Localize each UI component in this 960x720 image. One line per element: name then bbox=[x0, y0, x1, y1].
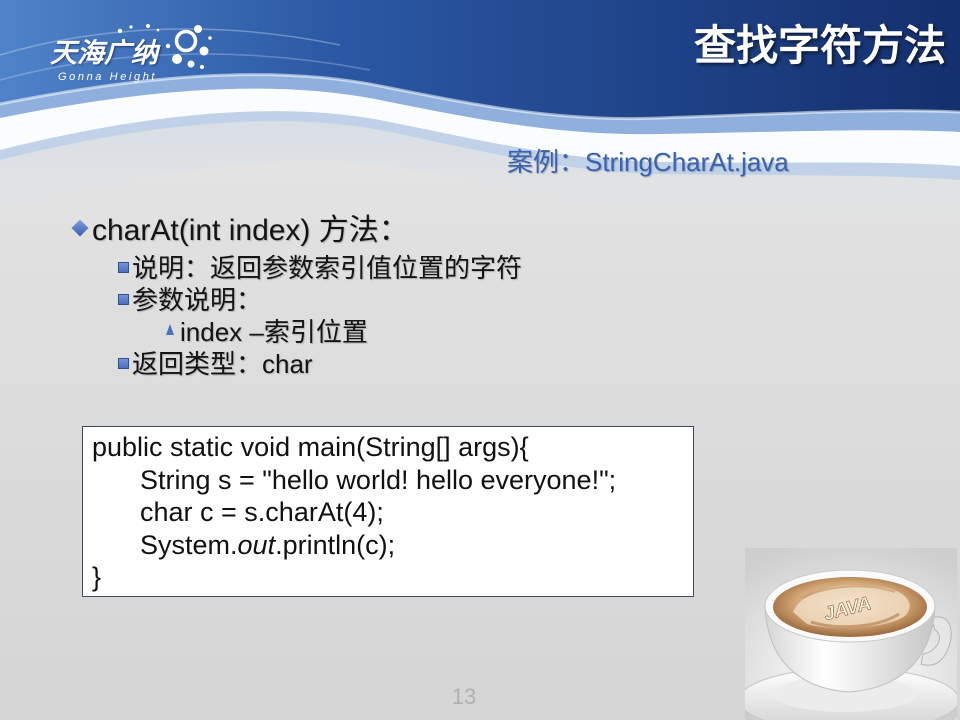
triangle-bullet-icon bbox=[166, 323, 174, 335]
bullet-method: charAt(int index) 方法： bbox=[70, 211, 409, 251]
code-block: public static void main(String[] args){ … bbox=[82, 426, 694, 597]
bullet-param-index: index –索引位置 bbox=[166, 317, 368, 347]
slide: 天海广纳 Gonna Height 查找字符方法 案例：StringCharAt… bbox=[0, 0, 960, 720]
diamond-bullet-icon bbox=[71, 219, 89, 237]
bullet-method-text: charAt(int index) 方法： bbox=[92, 214, 409, 247]
bullet-param-index-text: index –索引位置 bbox=[180, 317, 368, 347]
code-line: System.out.println(c); bbox=[92, 529, 693, 562]
code-line: public static void main(String[] args){ bbox=[92, 432, 529, 462]
slide-title: 查找字符方法 bbox=[693, 22, 946, 69]
coffee-cup-icon: JAVA bbox=[745, 548, 957, 720]
java-coffee-cup-image: JAVA bbox=[745, 548, 957, 720]
bullet-params-heading-text: 参数说明： bbox=[132, 285, 263, 315]
square-bullet-icon bbox=[118, 357, 129, 369]
square-bullet-icon bbox=[118, 293, 129, 305]
bullet-params-heading: 参数说明： bbox=[118, 285, 262, 315]
code-text: .println(c); bbox=[275, 529, 396, 560]
page-number: 13 bbox=[451, 684, 477, 709]
square-bullet-icon bbox=[118, 261, 129, 273]
bullet-return-type: 返回类型：char bbox=[118, 349, 313, 379]
bullet-description-text: 说明：返回参数索引值位置的字符 bbox=[132, 253, 523, 283]
code-italic-text: out bbox=[237, 529, 276, 560]
code-line: } bbox=[92, 562, 102, 592]
code-text: System. bbox=[140, 529, 238, 560]
code-line: String s = "hello world! hello everyone!… bbox=[140, 464, 617, 495]
example-file-caption: 案例：StringCharAt.java bbox=[507, 147, 789, 177]
code-line: char c = s.charAt(4); bbox=[140, 497, 384, 527]
company-logo: 天海广纳 Gonna Height bbox=[40, 18, 230, 90]
bullet-description: 说明：返回参数索引值位置的字符 bbox=[118, 253, 522, 283]
bullet-return-type-text: 返回类型：char bbox=[132, 349, 313, 379]
logo-chinese-name: 天海广纳 bbox=[50, 38, 158, 68]
logo-english-name: Gonna Height bbox=[58, 71, 158, 83]
